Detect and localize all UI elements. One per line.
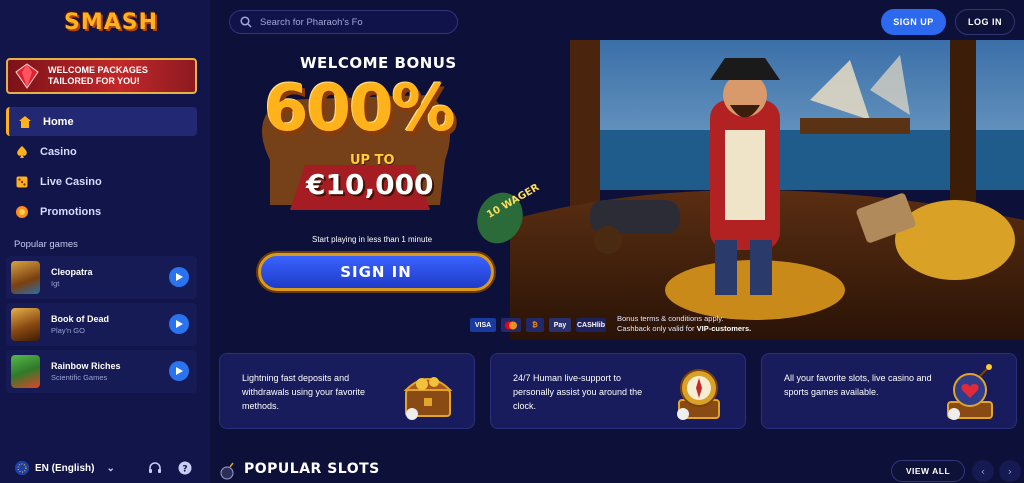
nav-casino[interactable]: Casino (6, 137, 197, 166)
bonus-amount: €10,000 (306, 168, 434, 201)
game-thumbnail (11, 355, 40, 388)
popular-games-list: Cleopatra Igt Book of Dead Play'n GO Rai… (6, 256, 197, 397)
game-provider: Igt (51, 279, 60, 288)
feature-text: 24/7 Human live-support to personally as… (513, 373, 643, 411)
gift-icon (14, 204, 30, 220)
vip-note: VIP-customers. (696, 324, 752, 333)
welcome-bonus-heading: WELCOME BONUS (300, 54, 457, 72)
game-name: Book of Dead (51, 314, 110, 324)
feature-text: Lightning fast deposits and withdrawals … (242, 373, 366, 411)
help-icon[interactable]: ? (178, 461, 192, 475)
sidebar-footer: EN (English) ⌄ ? (0, 453, 210, 483)
game-thumbnail (11, 261, 40, 294)
terms-line: Bonus terms & conditions apply. (617, 314, 724, 323)
feature-card-deposits: Lightning fast deposits and withdrawals … (219, 353, 475, 429)
game-name: Cleopatra (51, 267, 93, 277)
red-gem-icon (14, 63, 40, 89)
bomb-heart-icon (947, 364, 993, 420)
payment-methods: VISA ₿ Pay CASHlib (470, 318, 606, 332)
language-selector[interactable]: EN (English) ⌄ (15, 461, 115, 475)
nav-casino-label: Casino (40, 145, 77, 158)
svg-text:?: ? (182, 465, 187, 475)
chevron-left-icon[interactable]: ‹ (972, 460, 994, 482)
play-button[interactable] (169, 267, 189, 287)
play-button[interactable] (169, 361, 189, 381)
start-playing-text: Start playing in less than 1 minute (312, 235, 433, 244)
visa-icon: VISA (470, 318, 496, 332)
hero-banner: WELCOME BONUS 600% UP TO €10,000 10 WAGE… (210, 40, 1024, 340)
nav-home-label: Home (43, 115, 74, 128)
feature-card-games: All your favorite slots, live casino and… (761, 353, 1017, 429)
log-in-button[interactable]: LOG IN (955, 9, 1015, 35)
game-item-cleopatra[interactable]: Cleopatra Igt (6, 256, 197, 299)
sign-up-button[interactable]: SIGN UP (881, 9, 946, 35)
feature-card-support: 24/7 Human live-support to personally as… (490, 353, 746, 429)
dice-icon (14, 174, 30, 190)
language-label: EN (English) (35, 462, 95, 474)
search-icon (240, 16, 252, 28)
game-item-book-of-dead[interactable]: Book of Dead Play'n GO (6, 303, 197, 346)
welcome-packages-banner[interactable]: WELCOME PACKAGES TAILORED FOR YOU! (6, 58, 197, 94)
nav-live-casino-label: Live Casino (40, 175, 102, 188)
bitcoin-icon: ₿ (526, 318, 544, 332)
chevron-down-icon: ⌄ (106, 462, 115, 474)
up-to-label: UP TO (350, 153, 395, 168)
main-nav: Home Casino Live Casino Promotions (6, 107, 197, 227)
chevron-right-icon[interactable]: › (999, 460, 1021, 482)
sidebar: SMASH WELCOME PACKAGES TAILORED FOR YOU!… (0, 0, 210, 483)
eu-flag-icon (15, 461, 29, 475)
cashback-note: Cashback only valid for (617, 324, 697, 333)
bonus-percent: 600% (264, 72, 456, 146)
brand-logo[interactable]: SMASH (64, 10, 158, 35)
game-thumbnail (11, 308, 40, 341)
feature-text: All your favorite slots, live casino and… (784, 373, 932, 397)
treasure-chest-icon (403, 377, 453, 420)
nav-live-casino[interactable]: Live Casino (6, 167, 197, 196)
spade-icon (14, 144, 30, 160)
bomb-icon (220, 462, 234, 480)
apple-pay-icon: Pay (549, 318, 571, 332)
play-icon (176, 367, 183, 375)
bonus-terms: Bonus terms & conditions apply. Cashback… (617, 314, 751, 334)
nav-promotions[interactable]: Promotions (6, 197, 197, 226)
sign-in-button[interactable]: SIGN IN (258, 253, 494, 291)
nav-home[interactable]: Home (6, 107, 197, 136)
nav-promotions-label: Promotions (40, 205, 102, 218)
popular-slots-heading: POPULAR SLOTS (244, 461, 380, 477)
game-provider: Scientific Games (51, 373, 108, 382)
headset-icon[interactable] (148, 461, 162, 475)
popular-games-label: Popular games (14, 239, 78, 250)
view-all-button[interactable]: VIEW ALL (891, 460, 965, 482)
home-icon (17, 114, 33, 130)
cashlib-icon: CASHlib (576, 318, 606, 332)
promo-text: WELCOME PACKAGES TAILORED FOR YOU! (48, 65, 148, 86)
game-provider: Play'n GO (51, 326, 85, 335)
compass-icon (677, 369, 720, 420)
mastercard-icon (501, 318, 521, 332)
play-icon (176, 320, 183, 328)
play-icon (176, 273, 183, 281)
search-input[interactable] (260, 16, 440, 28)
game-name: Rainbow Riches (51, 361, 121, 371)
search-bar[interactable] (229, 10, 458, 34)
game-item-rainbow-riches[interactable]: Rainbow Riches Scientific Games (6, 350, 197, 393)
play-button[interactable] (169, 314, 189, 334)
